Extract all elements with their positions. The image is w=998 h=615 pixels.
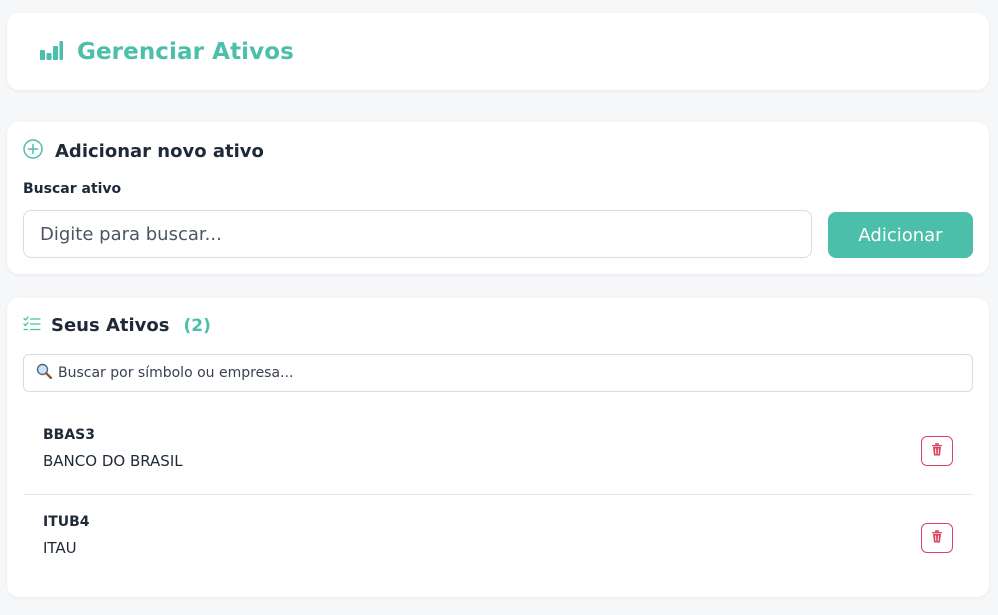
assets-list-card: Seus Ativos (2) BBAS3 BANCO DO BRASIL	[7, 298, 989, 597]
asset-row-itub4: ITUB4 ITAU	[23, 494, 973, 581]
add-asset-button[interactable]: Adicionar	[828, 212, 973, 258]
header-title-row: Gerenciar Ativos	[39, 39, 294, 65]
delete-asset-button[interactable]	[921, 436, 953, 466]
search-asset-label: Buscar ativo	[23, 181, 122, 197]
header-card: Gerenciar Ativos	[7, 13, 989, 90]
asset-list: BBAS3 BANCO DO BRASIL ITUB4 ITAU	[23, 408, 973, 581]
asset-symbol: ITUB4	[43, 514, 90, 530]
delete-asset-button[interactable]	[921, 523, 953, 553]
add-section-title: Adicionar novo ativo	[55, 140, 264, 162]
trash-icon	[931, 443, 943, 459]
asset-company-name: ITAU	[43, 539, 77, 557]
filter-assets-input[interactable]	[58, 365, 972, 381]
plus-circle-icon	[23, 139, 43, 163]
list-section-header: Seus Ativos (2)	[23, 315, 211, 336]
bar-chart-icon	[39, 40, 63, 65]
asset-company-name: BANCO DO BRASIL	[43, 452, 183, 470]
asset-search-input[interactable]	[23, 210, 812, 258]
add-section-header: Adicionar novo ativo	[23, 139, 264, 163]
page-title: Gerenciar Ativos	[77, 39, 294, 65]
list-check-icon	[23, 315, 41, 336]
asset-row-bbas3: BBAS3 BANCO DO BRASIL	[23, 408, 973, 494]
add-asset-card: Adicionar novo ativo Buscar ativo Adicio…	[7, 122, 989, 274]
asset-symbol: BBAS3	[43, 427, 96, 443]
magnifier-icon	[36, 363, 53, 383]
assets-count-badge: (2)	[183, 315, 211, 336]
trash-icon	[931, 530, 943, 546]
list-section-title: Seus Ativos	[51, 315, 170, 336]
filter-box[interactable]	[23, 354, 973, 392]
